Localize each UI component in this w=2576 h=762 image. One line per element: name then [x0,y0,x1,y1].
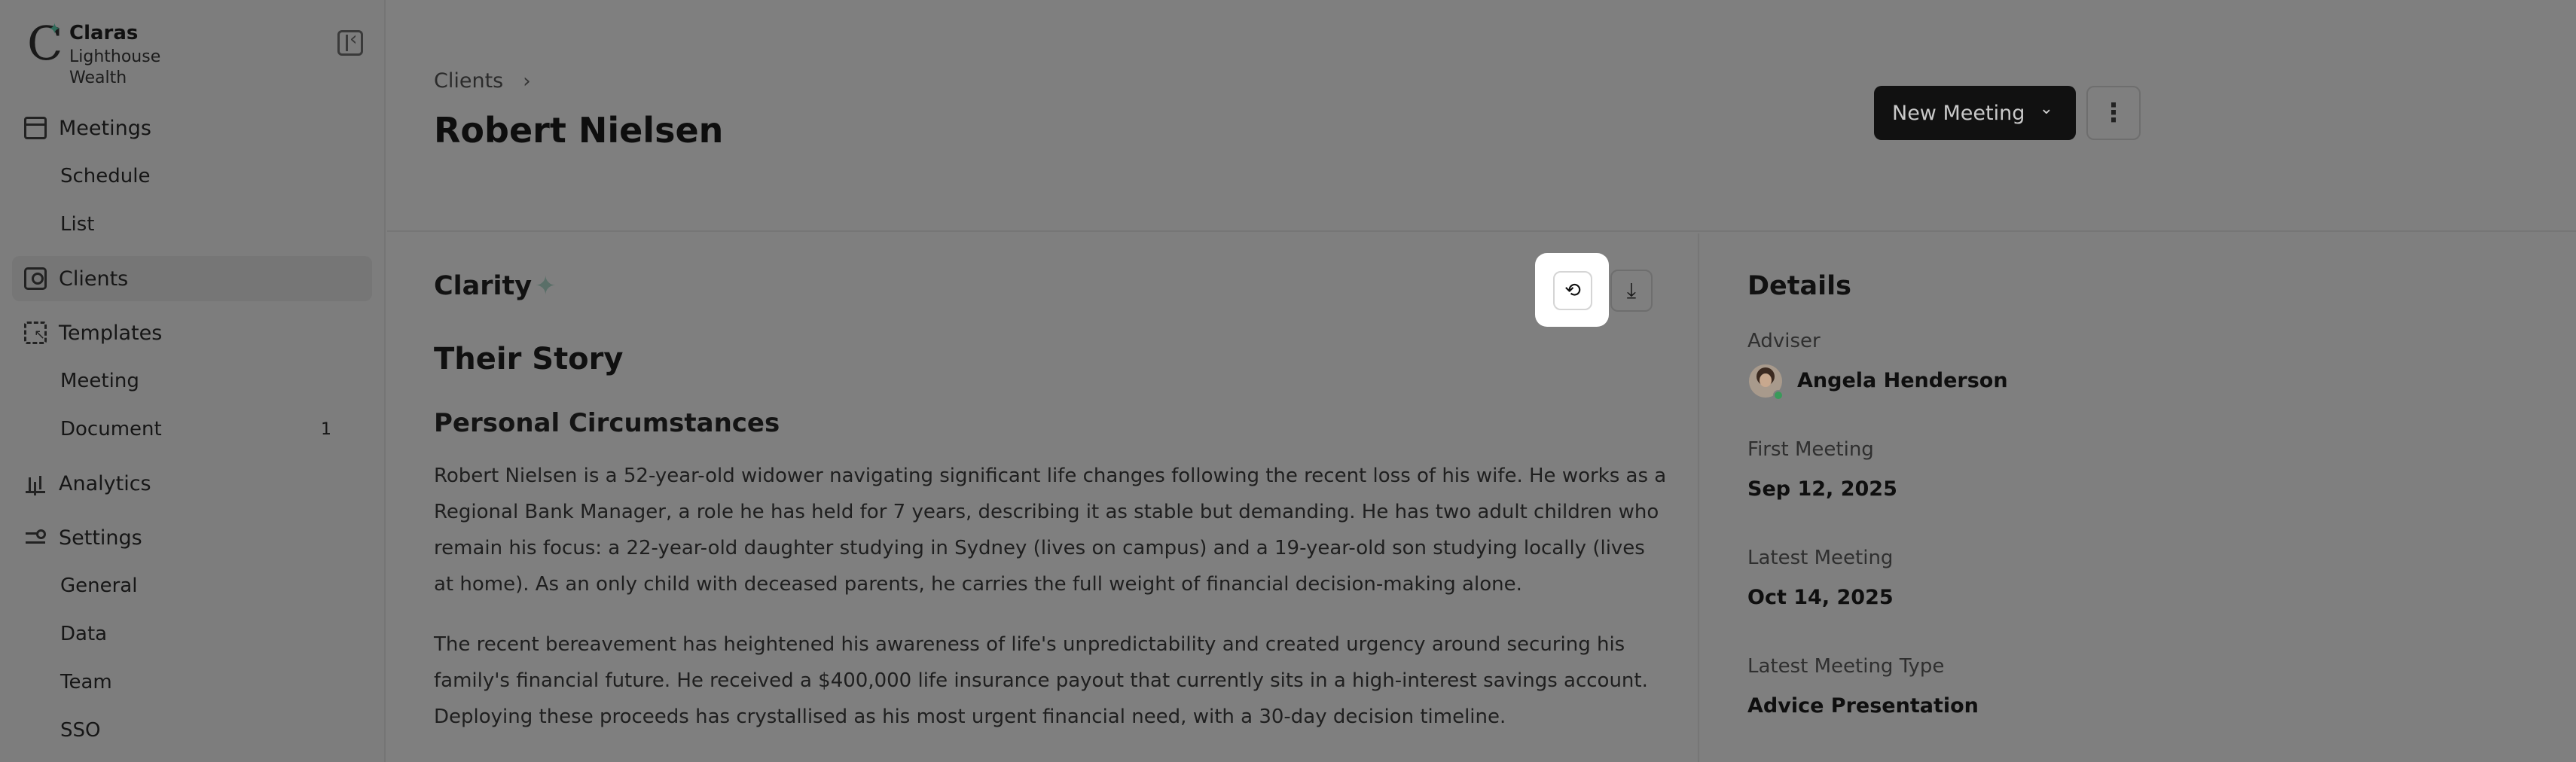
clarity-title: Clarity [434,271,533,301]
new-meeting-button[interactable]: New Meeting ⌄ [1874,86,2076,140]
adviser-name[interactable]: Angela Henderson [1797,369,2008,392]
sidebar-item-data[interactable]: Data [60,613,331,655]
chevron-right-icon: › [523,69,531,93]
history-icon: ⟲ [1564,279,1581,302]
settings-sliders-icon [24,526,47,549]
sparkle-icon: ✦ [535,271,557,301]
clarity-section: Clarity ✦ ⟲ ⤓ Their Story Personal Circu… [387,233,1698,762]
breadcrumb-clients-link[interactable]: Clients [434,69,503,93]
latest-meeting-value: Oct 14, 2025 [1747,586,1894,609]
first-meeting-label: First Meeting [1747,438,1874,461]
sidebar-item-list[interactable]: List [60,203,331,245]
sidebar-item-label: Document [60,418,162,440]
sidebar-item-team[interactable]: Team [60,661,331,703]
download-button[interactable]: ⤓ [1610,270,1653,312]
brand-text: Claras Lighthouse Wealth [69,20,160,89]
sidebar-item-templates[interactable]: Templates [12,310,372,355]
page-header: Clients › Robert Nielsen [387,0,2576,232]
brand-name: Claras [69,22,139,44]
claras-logo-icon: C ✦ [27,16,63,71]
online-status-icon [1773,390,1784,401]
calendar-icon [24,117,47,139]
sidebar-item-label: Settings [59,526,142,550]
sidebar-item-schedule[interactable]: Schedule [60,155,331,197]
sidebar-item-settings[interactable]: Settings [12,515,372,560]
sidebar-item-analytics[interactable]: Analytics [12,461,372,506]
story-paragraph: Robert Nielsen is a 52-year-old widower … [434,465,1667,596]
sidebar-item-label: Analytics [59,471,151,495]
template-select-icon [24,322,47,344]
details-title: Details [1747,271,1851,301]
new-meeting-label: New Meeting [1892,101,2025,125]
sidebar-item-general[interactable]: General [60,565,331,607]
history-highlight: ⟲ [1535,253,1609,327]
first-meeting-value: Sep 12, 2025 [1747,477,1897,501]
adviser-label: Adviser [1747,330,1821,352]
download-icon: ⤓ [1626,278,1637,303]
sidebar-item-clients[interactable]: Clients [12,256,372,301]
latest-meeting-type-value: Advice Presentation [1747,694,1979,718]
breadcrumb: Clients › [434,69,531,93]
sidebar: C✦ Claras Lighthouse Wealth Meetings Sch… [0,0,386,762]
story-title: Their Story [434,342,624,376]
more-vertical-icon: ⋮ [2101,98,2126,128]
page-title: Robert Nielsen [434,110,724,151]
sidebar-item-meeting-template[interactable]: Meeting [60,360,331,402]
latest-meeting-label: Latest Meeting [1747,547,1894,569]
history-button[interactable]: ⟲ [1553,271,1592,310]
sidebar-item-label: Templates [59,321,163,345]
contact-icon [24,267,47,290]
brand-org: Lighthouse Wealth [69,47,161,87]
sidebar-item-document-template[interactable]: Document 1 [60,408,331,450]
story-paragraph: The recent bereavement has heightened hi… [434,633,1648,728]
sidebar-item-label: Meetings [59,116,151,140]
more-options-button[interactable]: ⋮ [2086,86,2141,140]
details-panel: Details Adviser Angela Henderson First M… [1698,233,2576,762]
brand[interactable]: C ✦ Claras Lighthouse Wealth [27,16,160,88]
sidebar-collapse-icon[interactable] [337,28,363,56]
section-title: Personal Circumstances [434,408,780,438]
latest-meeting-type-label: Latest Meeting Type [1747,655,1945,678]
sidebar-item-sso[interactable]: SSO [60,709,331,751]
sidebar-item-meetings[interactable]: Meetings [12,105,372,151]
document-count-badge: 1 [321,419,331,439]
bar-chart-icon [24,472,47,495]
chevron-down-icon: ⌄ [2039,99,2053,118]
sidebar-item-label: Clients [59,267,129,291]
